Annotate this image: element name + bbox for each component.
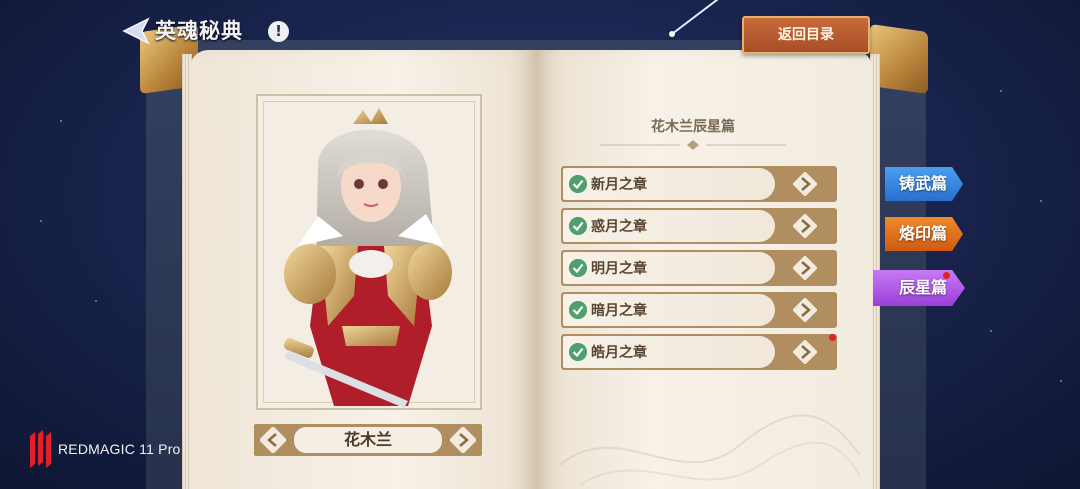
chapter-label: 皓月之章	[591, 345, 647, 361]
completed-check-icon	[569, 301, 587, 319]
hero-selector-bar: 花木兰	[254, 424, 482, 456]
tab-zhuwu[interactable]: 铸武篇	[885, 167, 963, 201]
hero-portrait-frame	[256, 94, 482, 410]
chapter-label: 暗月之章	[591, 303, 647, 319]
completed-check-icon	[569, 343, 587, 361]
enter-chapter-arrow-icon[interactable]	[793, 340, 817, 364]
device-watermark: REDMAGIC 11 Pro	[58, 441, 181, 457]
chapter-item-anyue[interactable]: 暗月之章	[561, 292, 837, 328]
completed-check-icon	[569, 259, 587, 277]
chapter-item-mingyue[interactable]: 明月之章	[561, 250, 837, 286]
return-to-contents-button[interactable]: 返回目录	[742, 16, 870, 54]
tab-chenxing[interactable]: 辰星篇	[873, 270, 965, 306]
page-title: 英魂秘典	[155, 19, 243, 43]
enter-chapter-arrow-icon[interactable]	[793, 172, 817, 196]
hero-portrait-image	[284, 108, 452, 408]
page-swirl-decoration	[560, 414, 860, 486]
back-arrow-icon[interactable]	[120, 16, 150, 46]
chapter-item-haoyue[interactable]: 皓月之章	[561, 334, 837, 370]
info-icon[interactable]: !	[268, 21, 289, 42]
tab-laoyin[interactable]: 烙印篇	[885, 217, 963, 251]
enter-chapter-arrow-icon[interactable]	[793, 214, 817, 238]
redmagic-logo-icon	[30, 430, 51, 468]
chapter-label: 明月之章	[591, 261, 647, 277]
chapter-label: 新月之章	[591, 177, 647, 193]
previous-hero-arrow-icon[interactable]	[260, 427, 286, 453]
chapter-item-xinyue[interactable]: 新月之章	[561, 166, 837, 202]
enter-chapter-arrow-icon[interactable]	[793, 256, 817, 280]
next-hero-arrow-icon[interactable]	[450, 427, 476, 453]
chapter-notification-dot	[829, 334, 836, 341]
chapter-section-title: 花木兰辰星篇	[651, 119, 735, 135]
enter-chapter-arrow-icon[interactable]	[793, 298, 817, 322]
tab-notification-dot	[943, 272, 950, 279]
title-divider-ornament	[600, 140, 786, 150]
completed-check-icon	[569, 217, 587, 235]
chapter-item-huoyue[interactable]: 惑月之章	[561, 208, 837, 244]
hero-name: 花木兰	[294, 427, 442, 453]
completed-check-icon	[569, 175, 587, 193]
chapter-label: 惑月之章	[591, 219, 647, 235]
